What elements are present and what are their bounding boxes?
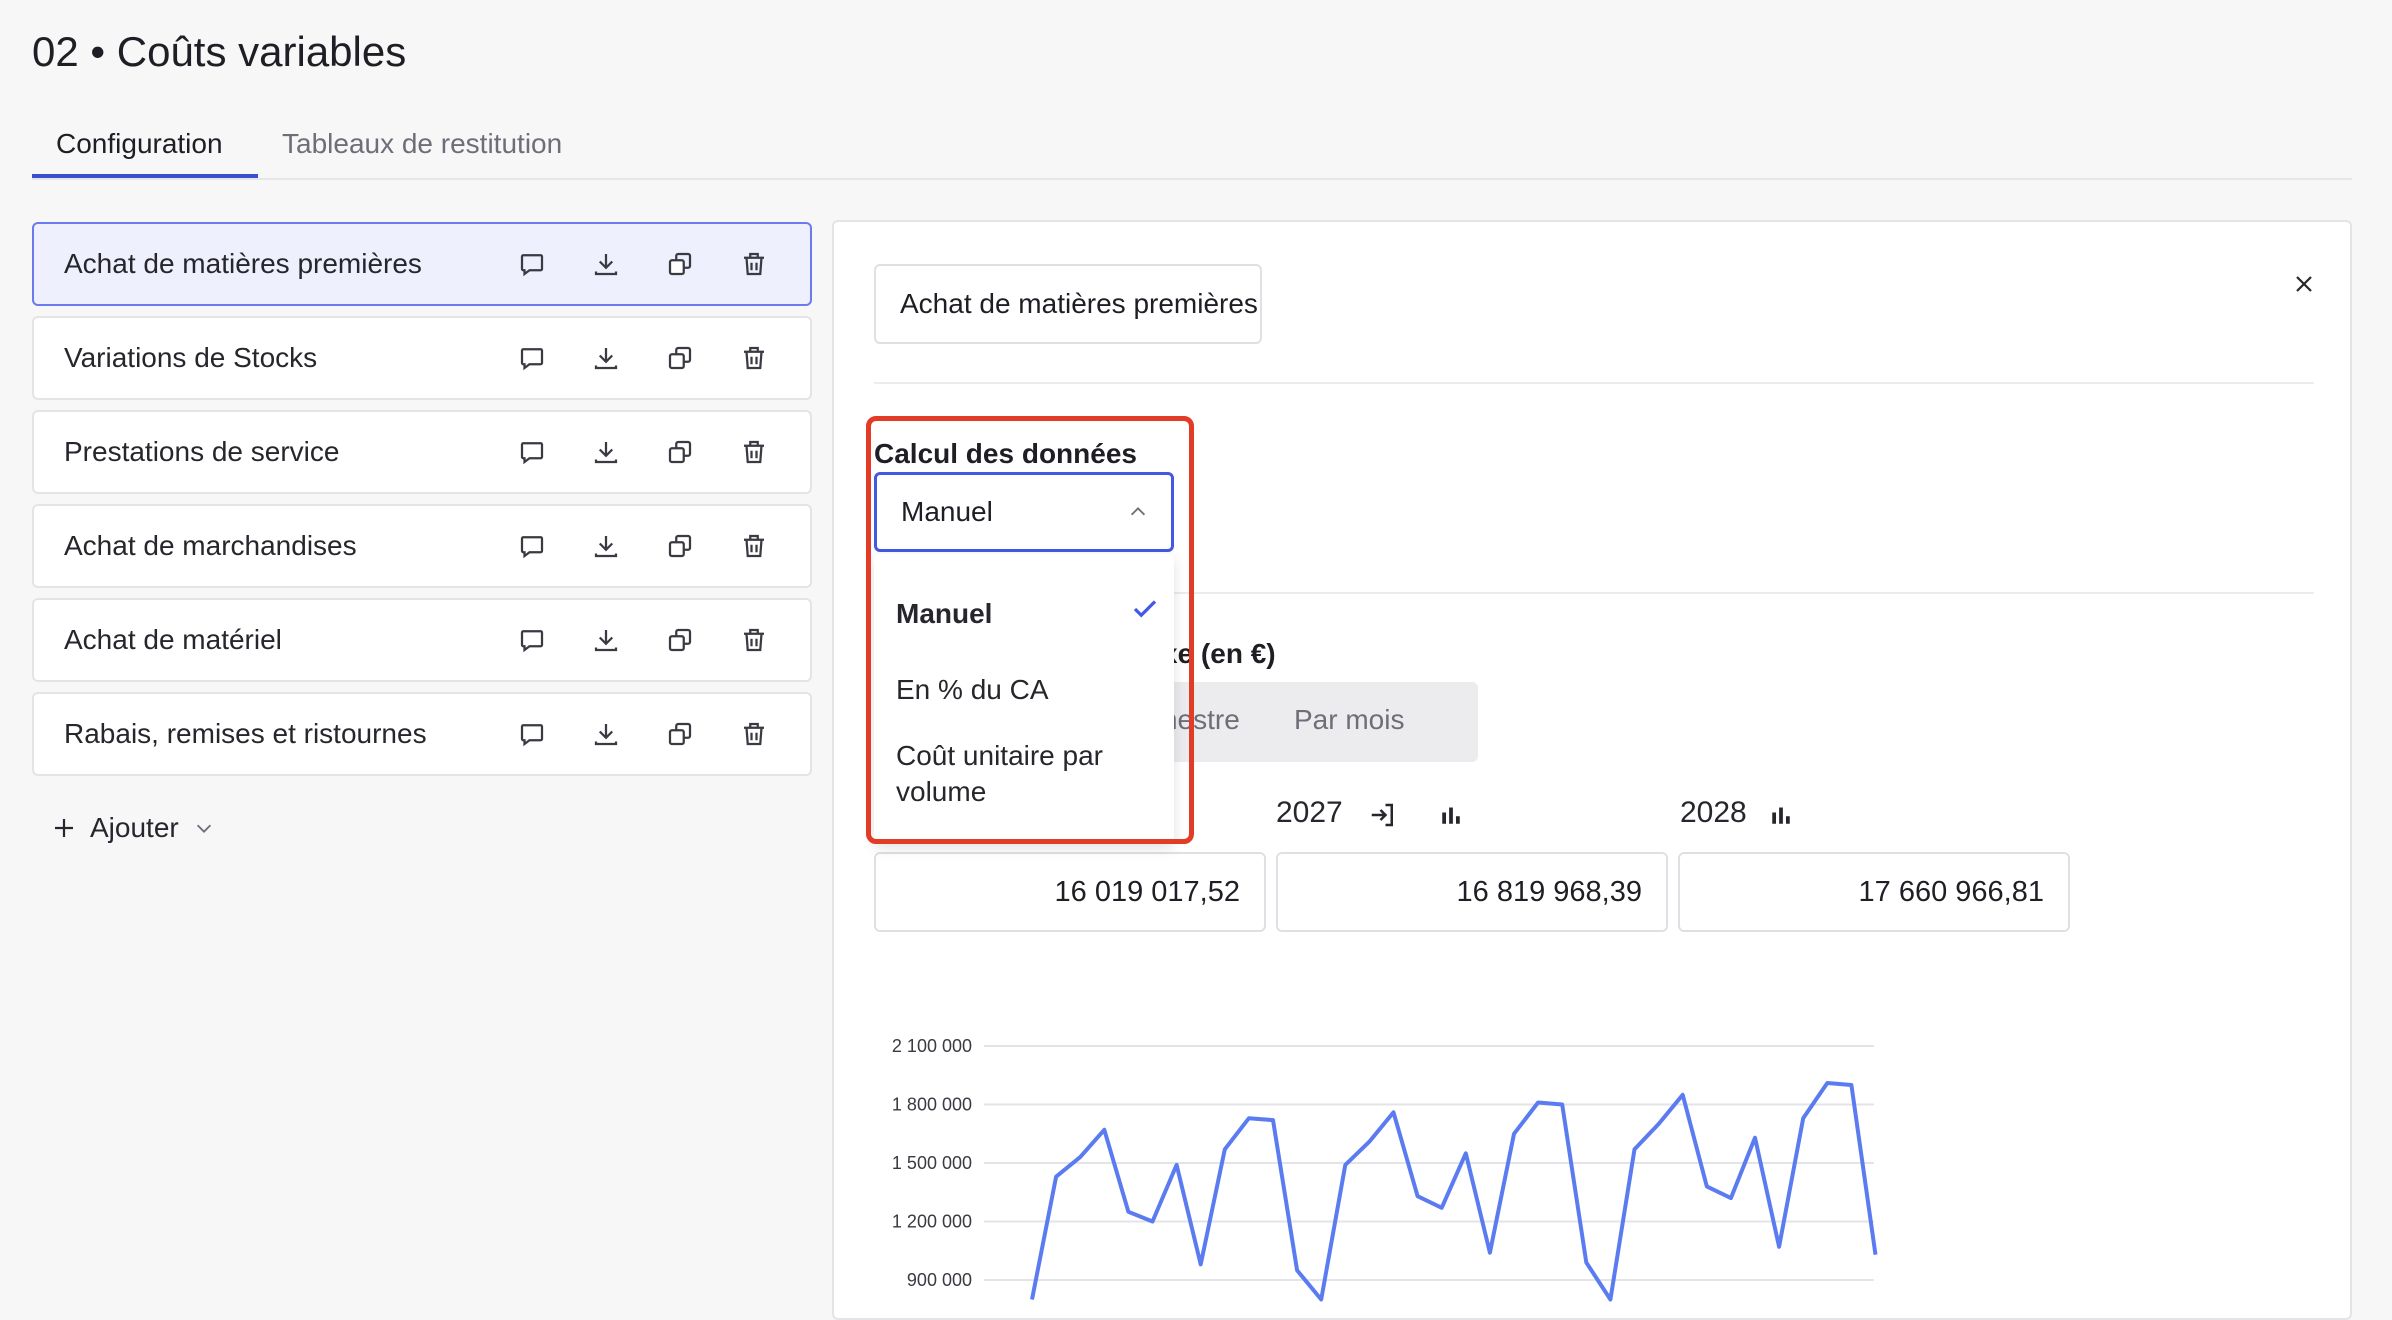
calc-data-label: Calcul des données bbox=[874, 438, 1137, 470]
duplicate-icon[interactable] bbox=[658, 430, 702, 474]
trash-icon[interactable] bbox=[732, 524, 776, 568]
trash-icon[interactable] bbox=[732, 618, 776, 662]
y-tick-label: 1 800 000 bbox=[892, 1095, 972, 1115]
sidebar-item[interactable]: Achat de matières premières bbox=[32, 222, 812, 306]
comment-icon[interactable] bbox=[510, 242, 554, 286]
sidebar-item-label: Prestations de service bbox=[64, 436, 339, 468]
comment-icon[interactable] bbox=[510, 618, 554, 662]
sidebar-item[interactable]: Achat de matériel bbox=[32, 598, 812, 682]
y-tick-label: 1 500 000 bbox=[892, 1153, 972, 1173]
close-icon bbox=[2292, 272, 2316, 296]
comment-icon[interactable] bbox=[510, 336, 554, 380]
check-icon bbox=[1130, 594, 1160, 624]
divider bbox=[874, 382, 2314, 384]
sidebar-item-label: Achat de matières premières bbox=[64, 248, 422, 280]
detail-panel: Achat de matières premières xe (en €) im… bbox=[832, 220, 2352, 1320]
year-label-2028: 2028 bbox=[1680, 796, 1747, 830]
add-button[interactable]: Ajouter bbox=[52, 808, 215, 848]
trash-icon[interactable] bbox=[732, 430, 776, 474]
active-tab-indicator bbox=[32, 174, 258, 178]
duplicate-icon[interactable] bbox=[658, 242, 702, 286]
chevron-up-icon bbox=[1127, 501, 1149, 523]
select-value: Manuel bbox=[901, 496, 993, 527]
duplicate-icon[interactable] bbox=[658, 712, 702, 756]
y-tick-label: 1 200 000 bbox=[892, 1212, 972, 1232]
bar-chart-icon[interactable] bbox=[1766, 800, 1796, 830]
close-button[interactable] bbox=[2282, 262, 2326, 306]
option-cout-unitaire[interactable]: Coût unitaire par volume bbox=[896, 738, 1136, 810]
y-tick-label: 2 100 000 bbox=[892, 1036, 972, 1056]
value-field-2027[interactable]: 16 819 968,39 bbox=[1276, 852, 1668, 932]
option-manuel[interactable]: Manuel bbox=[896, 598, 992, 630]
page-title: 02 • Coûts variables bbox=[32, 28, 406, 76]
amount-section-title: xe (en €) bbox=[1162, 638, 1276, 670]
download-icon[interactable] bbox=[584, 430, 628, 474]
value-field-2028[interactable]: 17 660 966,81 bbox=[1678, 852, 2070, 932]
period-segmented-control: imestre Par mois bbox=[1134, 682, 1478, 762]
duplicate-icon[interactable] bbox=[658, 618, 702, 662]
import-icon[interactable] bbox=[1368, 800, 1398, 830]
plus-icon bbox=[52, 816, 76, 840]
comment-icon[interactable] bbox=[510, 712, 554, 756]
download-icon[interactable] bbox=[584, 336, 628, 380]
value-field-first[interactable]: 16 019 017,52 bbox=[874, 852, 1266, 932]
calc-mode-select[interactable]: Manuel bbox=[874, 472, 1174, 552]
bar-chart-icon[interactable] bbox=[1436, 800, 1466, 830]
trash-icon[interactable] bbox=[732, 242, 776, 286]
add-label: Ajouter bbox=[90, 812, 179, 844]
sidebar-item[interactable]: Variations de Stocks bbox=[32, 316, 812, 400]
download-icon[interactable] bbox=[584, 242, 628, 286]
trash-icon[interactable] bbox=[732, 336, 776, 380]
tab-bar: Configuration Tableaux de restitution bbox=[32, 114, 2352, 180]
sidebar-item-label: Achat de matériel bbox=[64, 624, 282, 656]
chevron-down-icon bbox=[193, 817, 215, 839]
sidebar-item-label: Achat de marchandises bbox=[64, 530, 357, 562]
segment-par-mois[interactable]: Par mois bbox=[1294, 704, 1404, 736]
sidebar-item-label: Rabais, remises et ristournes bbox=[64, 718, 427, 750]
sidebar-item[interactable]: Achat de marchandises bbox=[32, 504, 812, 588]
name-field[interactable]: Achat de matières premières bbox=[874, 264, 1262, 344]
tab-tableaux-de-restitution[interactable]: Tableaux de restitution bbox=[282, 128, 562, 160]
y-tick-label: 900 000 bbox=[907, 1270, 972, 1290]
download-icon[interactable] bbox=[584, 712, 628, 756]
comment-icon[interactable] bbox=[510, 524, 554, 568]
comment-icon[interactable] bbox=[510, 430, 554, 474]
trash-icon[interactable] bbox=[732, 712, 776, 756]
sidebar-item[interactable]: Prestations de service bbox=[32, 410, 812, 494]
sidebar-item[interactable]: Rabais, remises et ristournes bbox=[32, 692, 812, 776]
duplicate-icon[interactable] bbox=[658, 524, 702, 568]
monthly-line-chart: 2 100 000 1 800 000 1 500 000 1 200 000 900 … bbox=[834, 1002, 1894, 1302]
duplicate-icon[interactable] bbox=[658, 336, 702, 380]
tab-configuration[interactable]: Configuration bbox=[56, 128, 223, 160]
year-label-2027: 2027 bbox=[1276, 796, 1343, 830]
option-pourcentage-ca[interactable]: En % du CA bbox=[896, 674, 1049, 706]
calc-mode-dropdown: Manuel En % du CA Coût unitaire par volu… bbox=[874, 554, 1174, 844]
download-icon[interactable] bbox=[584, 524, 628, 568]
download-icon[interactable] bbox=[584, 618, 628, 662]
series-line bbox=[1032, 1083, 1876, 1300]
sidebar-item-label: Variations de Stocks bbox=[64, 342, 317, 374]
